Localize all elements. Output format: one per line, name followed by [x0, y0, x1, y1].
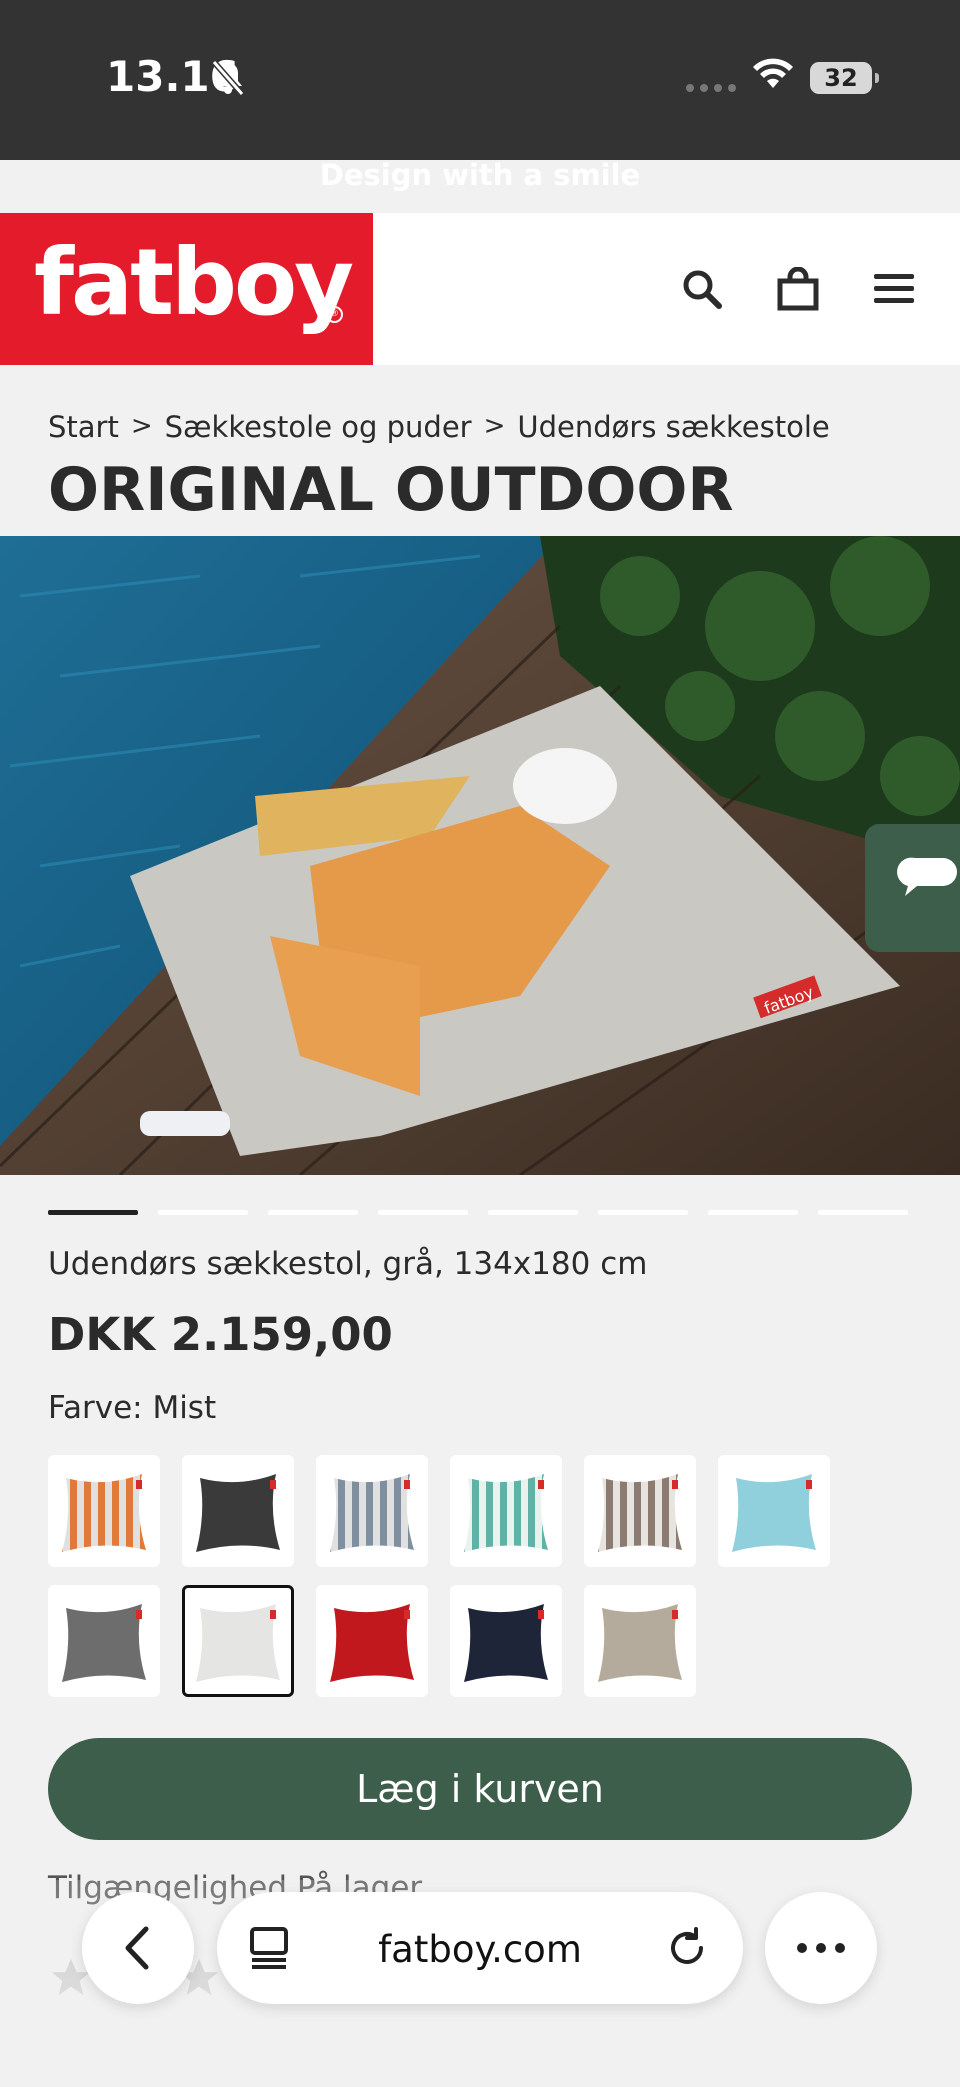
bean-bag-thumbnail: [464, 1604, 548, 1682]
logo-text: fatboy: [34, 229, 354, 336]
add-to-cart-button[interactable]: Læg i kurven: [48, 1738, 912, 1840]
status-bar: 13.16 32 Design with a smile: [0, 0, 960, 192]
bean-bag-thumbnail: [330, 1474, 414, 1552]
more-options-button[interactable]: [765, 1892, 877, 2004]
bean-bag-thumbnail: [598, 1474, 682, 1552]
gallery-indicator: [48, 1210, 908, 1215]
color-swatch[interactable]: [584, 1585, 696, 1697]
site-header: fatboy ®: [0, 213, 960, 365]
reload-icon[interactable]: [665, 1926, 709, 1970]
ellipsis-icon: [797, 1943, 845, 1953]
gallery-dot[interactable]: [158, 1210, 248, 1215]
gallery-dot[interactable]: [268, 1210, 358, 1215]
gallery-dot[interactable]: [818, 1210, 908, 1215]
gallery-dot[interactable]: [488, 1210, 578, 1215]
breadcrumb-separator: >: [130, 410, 153, 441]
bean-bag-thumbnail: [330, 1604, 414, 1682]
color-swatch[interactable]: [718, 1455, 830, 1567]
battery-indicator: 32: [810, 62, 879, 94]
color-swatch[interactable]: [182, 1455, 294, 1567]
brand-tagline: Design with a smile: [319, 158, 641, 192]
address-bar[interactable]: fatboy.com: [217, 1892, 743, 2004]
bean-bag-thumbnail: [62, 1474, 146, 1552]
color-swatch[interactable]: [48, 1585, 160, 1697]
bean-bag-thumbnail: [464, 1474, 548, 1552]
search-icon[interactable]: [676, 263, 728, 315]
bean-bag-thumbnail: [598, 1604, 682, 1682]
breadcrumb-item-bean-bags[interactable]: Sækkestole og puder: [165, 410, 472, 444]
gallery-dot[interactable]: [598, 1210, 688, 1215]
color-swatch[interactable]: [450, 1585, 562, 1697]
menu-icon[interactable]: [868, 263, 920, 315]
breadcrumb: Start > Sækkestole og puder > Udendørs s…: [48, 410, 830, 444]
color-swatch[interactable]: [584, 1455, 696, 1567]
bean-bag-thumbnail: [732, 1474, 816, 1552]
fatboy-logo[interactable]: fatboy ®: [0, 213, 373, 365]
color-swatch[interactable]: [48, 1455, 160, 1567]
chat-icon: [897, 857, 957, 896]
breadcrumb-separator: >: [483, 410, 506, 441]
gallery-dot[interactable]: [378, 1210, 468, 1215]
gallery-dot[interactable]: [48, 1210, 138, 1215]
signal-icon: [686, 84, 736, 92]
chat-button[interactable]: [865, 824, 960, 952]
bean-bag-thumbnail: [62, 1604, 146, 1682]
bell-muted-icon: [211, 60, 245, 96]
breadcrumb-item-start[interactable]: Start: [48, 410, 119, 444]
bean-bag-thumbnail: [196, 1474, 280, 1552]
color-swatch[interactable]: [450, 1455, 562, 1567]
color-label: Farve: Mist: [48, 1390, 217, 1426]
bean-bag-thumbnail: [196, 1604, 280, 1682]
shopping-bag-icon[interactable]: [772, 263, 824, 315]
product-subtitle: Udendørs sækkestol, grå, 134x180 cm: [48, 1246, 648, 1282]
color-swatch[interactable]: [316, 1585, 428, 1697]
back-button[interactable]: [82, 1892, 194, 2004]
wifi-icon: [753, 58, 793, 88]
chevron-left-icon: [125, 1926, 149, 1970]
breadcrumb-item-outdoor[interactable]: Udendørs sækkestole: [517, 410, 829, 444]
registered-mark: ®: [326, 306, 343, 323]
gallery-dot[interactable]: [708, 1210, 798, 1215]
color-swatch[interactable]: [182, 1585, 294, 1697]
product-image[interactable]: fatboy: [0, 536, 960, 1175]
product-price: DKK 2.159,00: [48, 1308, 393, 1361]
color-swatch[interactable]: [316, 1455, 428, 1567]
page-title: ORIGINAL OUTDOOR: [48, 455, 734, 525]
